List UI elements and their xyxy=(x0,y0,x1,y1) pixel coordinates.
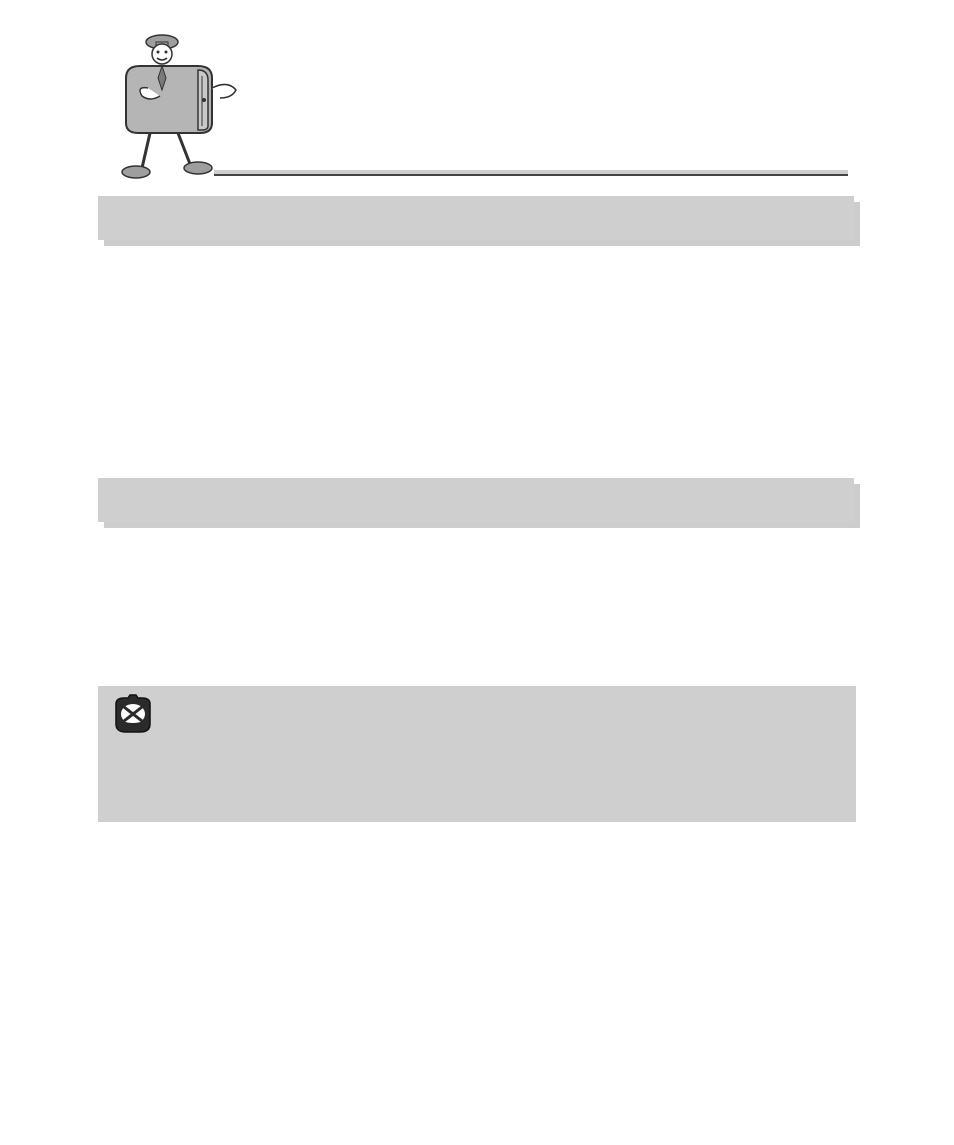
document-page xyxy=(0,0,954,1145)
mailbox-mascot-icon xyxy=(108,28,248,188)
note-icon xyxy=(110,694,156,736)
note-box xyxy=(98,686,856,822)
section-heading-2 xyxy=(98,478,854,522)
section-heading-1 xyxy=(98,196,854,240)
header-divider xyxy=(214,170,848,176)
